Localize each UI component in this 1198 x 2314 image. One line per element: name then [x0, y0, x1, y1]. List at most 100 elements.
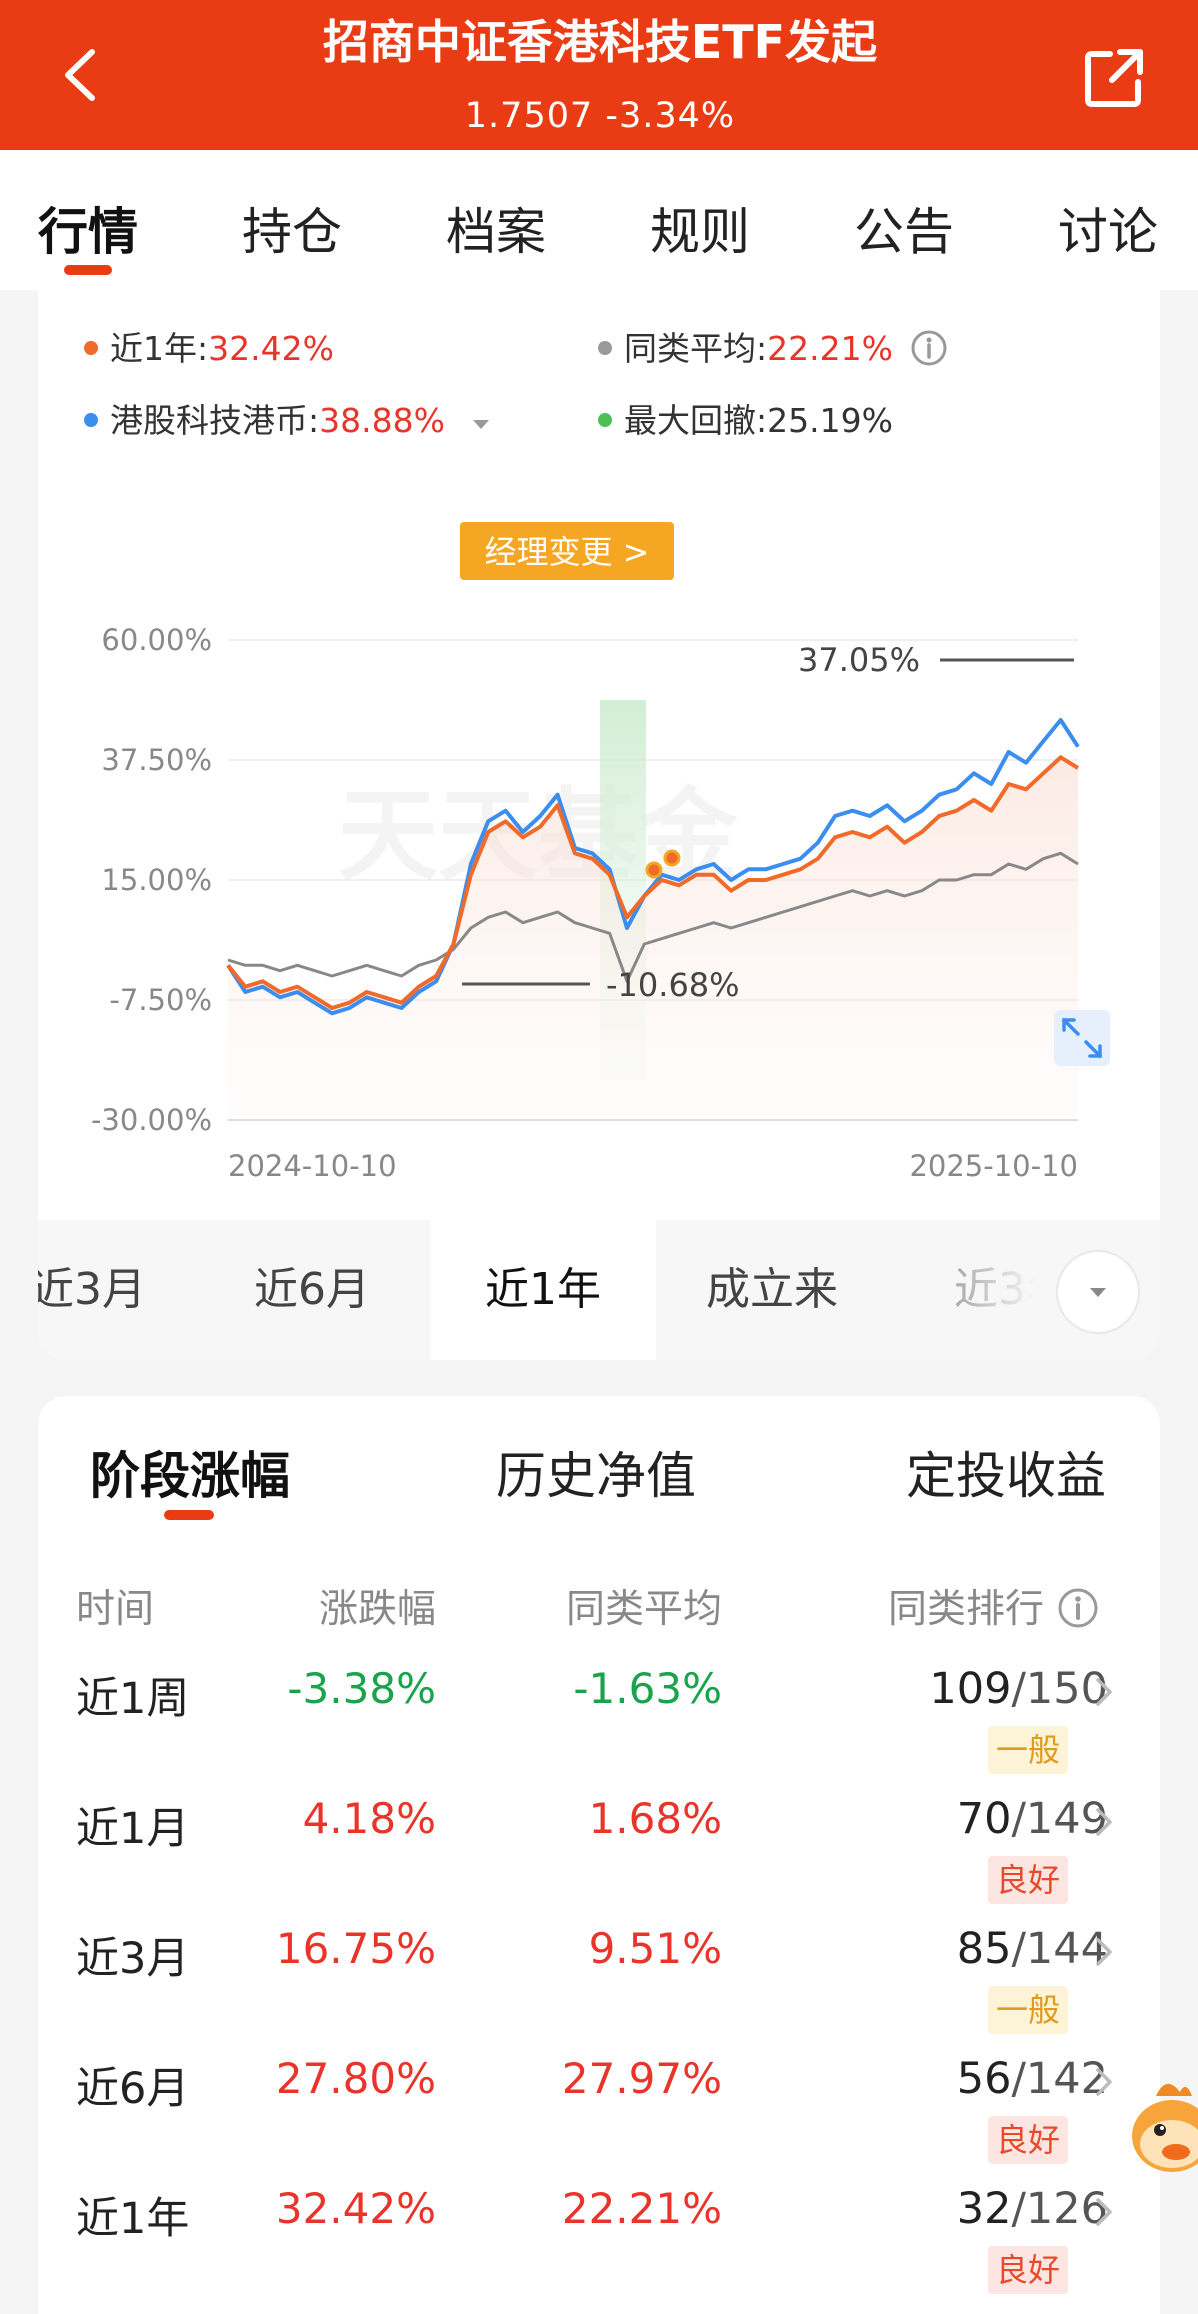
x-tick-label: 2024-10-10 [228, 1149, 397, 1183]
performance-card: 阶段涨幅 历史净值 定投收益 时间 涨跌幅 同类平均 同类排行 近1周 -3.3… [38, 1396, 1160, 2314]
legend-label: 近1年: [110, 329, 209, 368]
row-period: 近1月 [76, 1804, 190, 1854]
min-annotation: -10.68% [606, 966, 740, 1004]
chevron-right-icon [1096, 2198, 1112, 2226]
range-since-inception[interactable]: 成立来 [706, 1220, 906, 1360]
row-change: 27.80% [275, 2054, 436, 2103]
legend-value: 25.19% [767, 401, 893, 440]
more-ranges-button[interactable] [1056, 1250, 1140, 1334]
row-rank: 32/126 [808, 2184, 1108, 2234]
row-period: 近1年 [76, 2194, 190, 2244]
chevron-right-icon [1096, 1808, 1112, 1836]
rank-value: 109 [929, 1664, 1012, 1714]
y-axis-labels: 60.00% 37.50% 15.00% -7.50% -30.00% [91, 623, 212, 1137]
chevron-right-icon [1096, 1938, 1112, 1966]
legend-drawdown: 最大回撤:25.19% [598, 394, 893, 442]
chevron-right-icon [1096, 1678, 1112, 1706]
rank-level-badge: 良好 [988, 2246, 1069, 2294]
range-3m[interactable]: 近3月 [38, 1220, 230, 1360]
tab-profile[interactable]: 档案 [446, 192, 546, 264]
legend-fund: 近1年:32.42% [84, 322, 334, 370]
active-perf-tab-indicator [164, 1510, 214, 1520]
row-period: 近3月 [76, 1934, 190, 1984]
fund-title: 招商中证香港科技ETF发起 [322, 15, 878, 69]
chevron-left-icon [65, 49, 95, 101]
y-tick-label: -30.00% [91, 1103, 212, 1137]
tab-period-returns[interactable]: 阶段涨幅 [90, 1436, 290, 1508]
tab-market[interactable]: 行情 [38, 192, 138, 264]
row-change: 4.18% [302, 1794, 436, 1843]
legend-dot [598, 412, 612, 427]
share-icon [1085, 49, 1143, 107]
col-header-period: 时间 [76, 1587, 155, 1632]
col-header-peer-rank: 同类排行 [888, 1578, 1100, 1634]
range-6m[interactable]: 近6月 [254, 1220, 454, 1360]
row-period: 近1周 [76, 1674, 190, 1724]
row-change: -3.38% [287, 1664, 436, 1713]
legend-peer: 同类平均:22.21% [598, 322, 949, 371]
x-tick-label: 2025-10-10 [909, 1149, 1078, 1183]
tab-nav-history[interactable]: 历史净值 [496, 1436, 696, 1508]
row-rank: 85/144 [808, 1924, 1108, 1974]
rank-level-badge: 良好 [988, 1856, 1069, 1904]
assistant-mascot-button[interactable] [1126, 2066, 1198, 2196]
y-tick-label: 15.00% [101, 863, 212, 897]
y-tick-label: 60.00% [101, 623, 212, 657]
rank-level-badge: 一般 [988, 1986, 1069, 2034]
performance-chart: 60.00% 37.50% 15.00% -7.50% -30.00% 天天基金… [91, 522, 1110, 1183]
row-rank: 56/142 [808, 2054, 1108, 2104]
legend-value: 38.88% [319, 401, 445, 440]
tab-sip-returns[interactable]: 定投收益 [906, 1436, 1106, 1508]
mascot-icon [1132, 2083, 1198, 2172]
tab-holdings[interactable]: 持仓 [242, 192, 342, 264]
chevron-right-icon [1096, 2068, 1112, 2096]
max-annotation: 37.05% [798, 641, 920, 679]
legend-label: 最大回撤: [624, 401, 768, 440]
range-1y[interactable]: 近1年 [430, 1220, 656, 1360]
top-bar: 招商中证香港科技ETF发起 1.7507 -3.34% [0, 0, 1198, 150]
info-icon[interactable] [909, 328, 949, 368]
row-change: 32.42% [275, 2184, 436, 2233]
tab-discussion[interactable]: 讨论 [1058, 192, 1158, 264]
row-period: 近6月 [76, 2064, 190, 2114]
active-tab-indicator [64, 265, 112, 275]
y-tick-label: -7.50% [109, 983, 212, 1017]
legend-value: 32.42% [208, 329, 334, 368]
row-rank: 109/150 [808, 1664, 1108, 1714]
fund-price-change: 1.7507 -3.34% [464, 96, 736, 136]
rank-value: 85 [956, 1924, 1012, 1974]
row-rank: 70/149 [808, 1794, 1108, 1844]
fullscreen-button[interactable] [1054, 1010, 1110, 1066]
legend-index[interactable]: 港股科技港币:38.88% [84, 394, 499, 442]
event-marker [645, 861, 663, 879]
col-header-peer-avg: 同类平均 [565, 1587, 722, 1632]
chevron-down-icon [1090, 1288, 1106, 1297]
legend-label: 港股科技港币: [110, 401, 320, 440]
manager-change-label: 经理变更 > [485, 533, 650, 571]
rank-level-badge: 良好 [988, 2116, 1069, 2164]
manager-change-tag[interactable]: 经理变更 > [460, 522, 674, 580]
share-button[interactable] [1080, 44, 1150, 114]
event-marker [663, 849, 681, 867]
y-tick-label: 37.50% [101, 743, 212, 777]
chart-card: 近1年:32.42% 同类平均:22.21% 港股科技港币:38.88% 最大回… [38, 290, 1160, 1360]
row-change: 16.75% [275, 1924, 436, 1973]
main-tabs: 行情 持仓 档案 规则 公告 讨论 [0, 150, 1198, 290]
legend-dot [84, 340, 98, 355]
tab-rules[interactable]: 规则 [650, 192, 750, 264]
info-icon[interactable] [1056, 1586, 1100, 1630]
col-header-peer-rank-label: 同类排行 [888, 1587, 1045, 1632]
row-peer-avg: -1.63% [573, 1664, 722, 1713]
row-peer-avg: 9.51% [588, 1924, 722, 1973]
col-header-change: 涨跌幅 [318, 1587, 436, 1632]
legend-value: 22.21% [767, 329, 893, 368]
rank-value: 56 [956, 2054, 1012, 2104]
row-peer-avg: 22.21% [561, 2184, 722, 2233]
legend-dot [84, 412, 98, 427]
back-button[interactable] [52, 40, 112, 110]
tab-announcements[interactable]: 公告 [854, 192, 954, 264]
rank-value: 70 [956, 1794, 1012, 1844]
row-peer-avg: 1.68% [588, 1794, 722, 1843]
legend-dot [598, 340, 612, 355]
rank-value: 32 [956, 2184, 1012, 2234]
